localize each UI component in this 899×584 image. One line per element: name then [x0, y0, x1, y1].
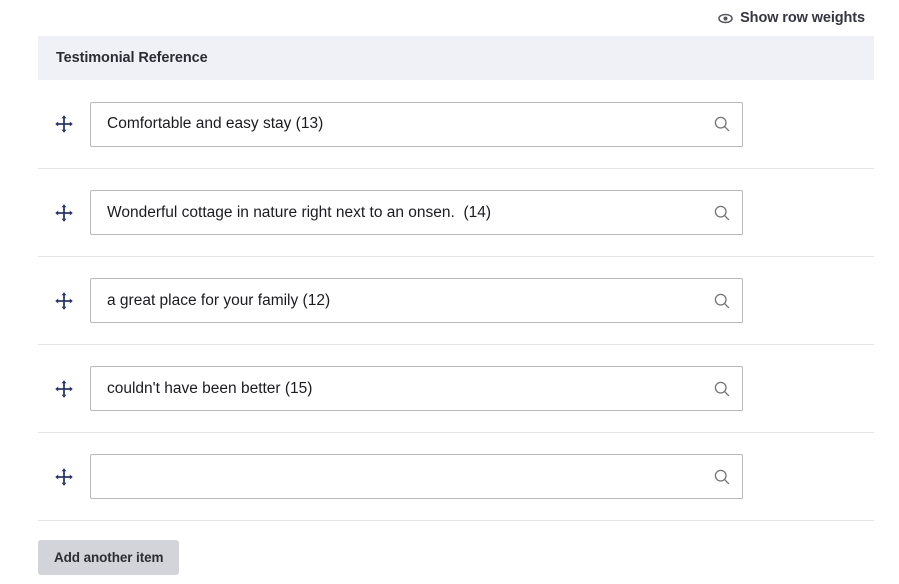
move-cross-icon[interactable]	[54, 379, 74, 399]
field-rows-container	[38, 80, 874, 521]
field-value-cell	[90, 101, 874, 147]
field-value-cell	[90, 366, 874, 411]
autocomplete-wrapper	[90, 101, 743, 147]
eye-icon	[718, 11, 733, 26]
move-cross-icon[interactable]	[54, 467, 74, 487]
show-row-weights-label: Show row weights	[740, 10, 865, 26]
drag-handle-cell[interactable]	[38, 291, 90, 311]
add-another-item-button[interactable]: Add another item	[38, 540, 180, 575]
testimonial-reference-input[interactable]	[90, 366, 743, 411]
autocomplete-wrapper	[90, 278, 743, 323]
field-table-header: Testimonial Reference	[38, 36, 874, 80]
table-row	[38, 257, 874, 345]
table-row	[38, 345, 874, 433]
autocomplete-wrapper	[90, 454, 743, 499]
testimonial-reference-input[interactable]	[90, 190, 743, 235]
testimonial-reference-input[interactable]	[90, 278, 743, 323]
show-row-weights-toggle[interactable]: Show row weights	[718, 10, 865, 26]
move-cross-icon[interactable]	[54, 203, 74, 223]
autocomplete-wrapper	[90, 366, 743, 411]
drag-handle-cell[interactable]	[38, 467, 90, 487]
drag-handle-cell[interactable]	[38, 114, 90, 134]
testimonial-reference-input[interactable]	[90, 101, 743, 147]
table-row	[38, 169, 874, 257]
autocomplete-wrapper	[90, 190, 743, 235]
field-title: Testimonial Reference	[56, 50, 208, 66]
table-row	[38, 80, 874, 169]
field-value-cell	[90, 278, 874, 323]
drag-handle-cell[interactable]	[38, 379, 90, 399]
field-table: Testimonial Reference	[38, 36, 874, 521]
add-more-wrapper: Add another item	[38, 540, 180, 575]
testimonial-reference-input[interactable]	[90, 454, 743, 499]
drag-handle-cell[interactable]	[38, 203, 90, 223]
field-value-cell	[90, 190, 874, 235]
move-cross-icon[interactable]	[54, 114, 74, 134]
table-row	[38, 433, 874, 521]
move-cross-icon[interactable]	[54, 291, 74, 311]
field-value-cell	[90, 454, 874, 499]
